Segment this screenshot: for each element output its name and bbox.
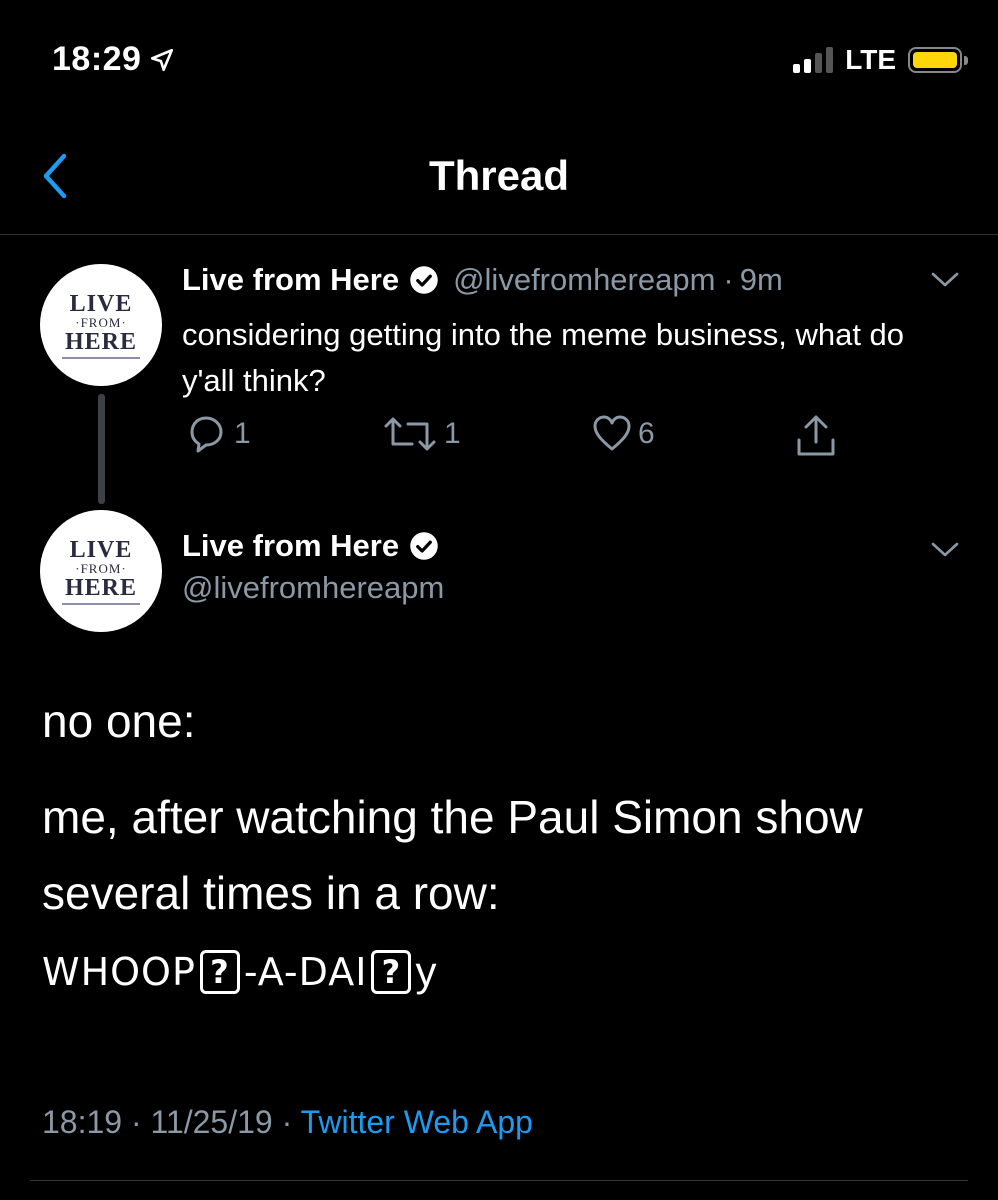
share-action[interactable] [794, 414, 838, 458]
whoop-part2: -A-DAI [243, 950, 368, 994]
chevron-down-icon [931, 272, 959, 287]
status-time: 18:29 [52, 40, 175, 79]
network-label: LTE [845, 44, 896, 75]
main-tweet-header: Live from Here [182, 528, 439, 564]
like-count: 6 [638, 417, 655, 450]
thread-connector [98, 394, 105, 504]
tweet-timestamp: 18:19 · 11/25/19 · [42, 1104, 293, 1140]
author-name[interactable]: Live from Here [182, 262, 399, 298]
unknown-glyph-icon: ? [371, 950, 412, 994]
retweet-icon [384, 417, 436, 451]
avatar-line2: ·FROM· [75, 314, 127, 330]
main-tweet-line3: several times in a row: [42, 867, 500, 919]
heart-icon [593, 415, 631, 451]
status-time-text: 18:29 [52, 40, 142, 78]
verified-badge-icon [410, 532, 438, 560]
main-tweet-handle-row: @livefromhereapm [182, 570, 444, 606]
signal-icon [793, 47, 834, 73]
battery-icon [908, 47, 968, 73]
chevron-down-icon [931, 542, 959, 557]
tweet-menu-button[interactable] [930, 270, 960, 295]
main-tweet-line2: me, after watching the Paul Simon show [42, 791, 863, 843]
nav-divider [0, 234, 998, 235]
author-handle[interactable]: @livefromhereapm [453, 262, 715, 298]
location-arrow-icon [151, 48, 174, 71]
avatar[interactable]: LIVE ·FROM· HERE [40, 264, 162, 386]
avatar-line1: LIVE [69, 290, 133, 317]
page-title: Thread [428, 152, 570, 199]
avatar-line1: LIVE [69, 536, 133, 563]
avatar-line2: ·FROM· [75, 560, 127, 576]
time-ago: 9m [739, 262, 783, 297]
main-tweet-line1: no one: [42, 695, 196, 747]
tweet-header: Live from Here @livefromhereapm · 9m [182, 262, 783, 298]
author-name[interactable]: Live from Here [182, 528, 399, 564]
whoop-part1: WHOOP [42, 950, 196, 994]
like-action[interactable]: 6 [592, 414, 655, 454]
share-icon [797, 415, 835, 456]
dot-separator: · [723, 262, 734, 297]
tweet-metadata: 18:19 · 11/25/19 · Twitter Web App [42, 1104, 533, 1141]
reply-count: 1 [234, 417, 251, 450]
status-indicators: LTE [793, 44, 968, 76]
source-link[interactable]: Twitter Web App [301, 1104, 533, 1140]
retweet-action[interactable]: 1 [382, 414, 461, 454]
retweet-count: 1 [444, 417, 461, 450]
reply-action[interactable]: 1 [184, 414, 251, 454]
avatar[interactable]: LIVE ·FROM· HERE [40, 510, 162, 632]
tweet-text: considering getting into the meme busine… [182, 317, 905, 398]
reply-icon [190, 416, 223, 453]
avatar-line3: HERE [64, 574, 137, 601]
avatar-line3: HERE [64, 328, 137, 355]
whoop-part3: y [415, 948, 438, 995]
main-tweet-line4: WHOOP ? -A-DAI ? y [42, 948, 437, 996]
unknown-glyph-icon: ? [199, 950, 240, 994]
tweet-menu-button[interactable] [930, 540, 960, 565]
bottom-divider [30, 1180, 968, 1181]
author-handle[interactable]: @livefromhereapm [182, 570, 444, 606]
verified-badge-icon [410, 266, 438, 294]
